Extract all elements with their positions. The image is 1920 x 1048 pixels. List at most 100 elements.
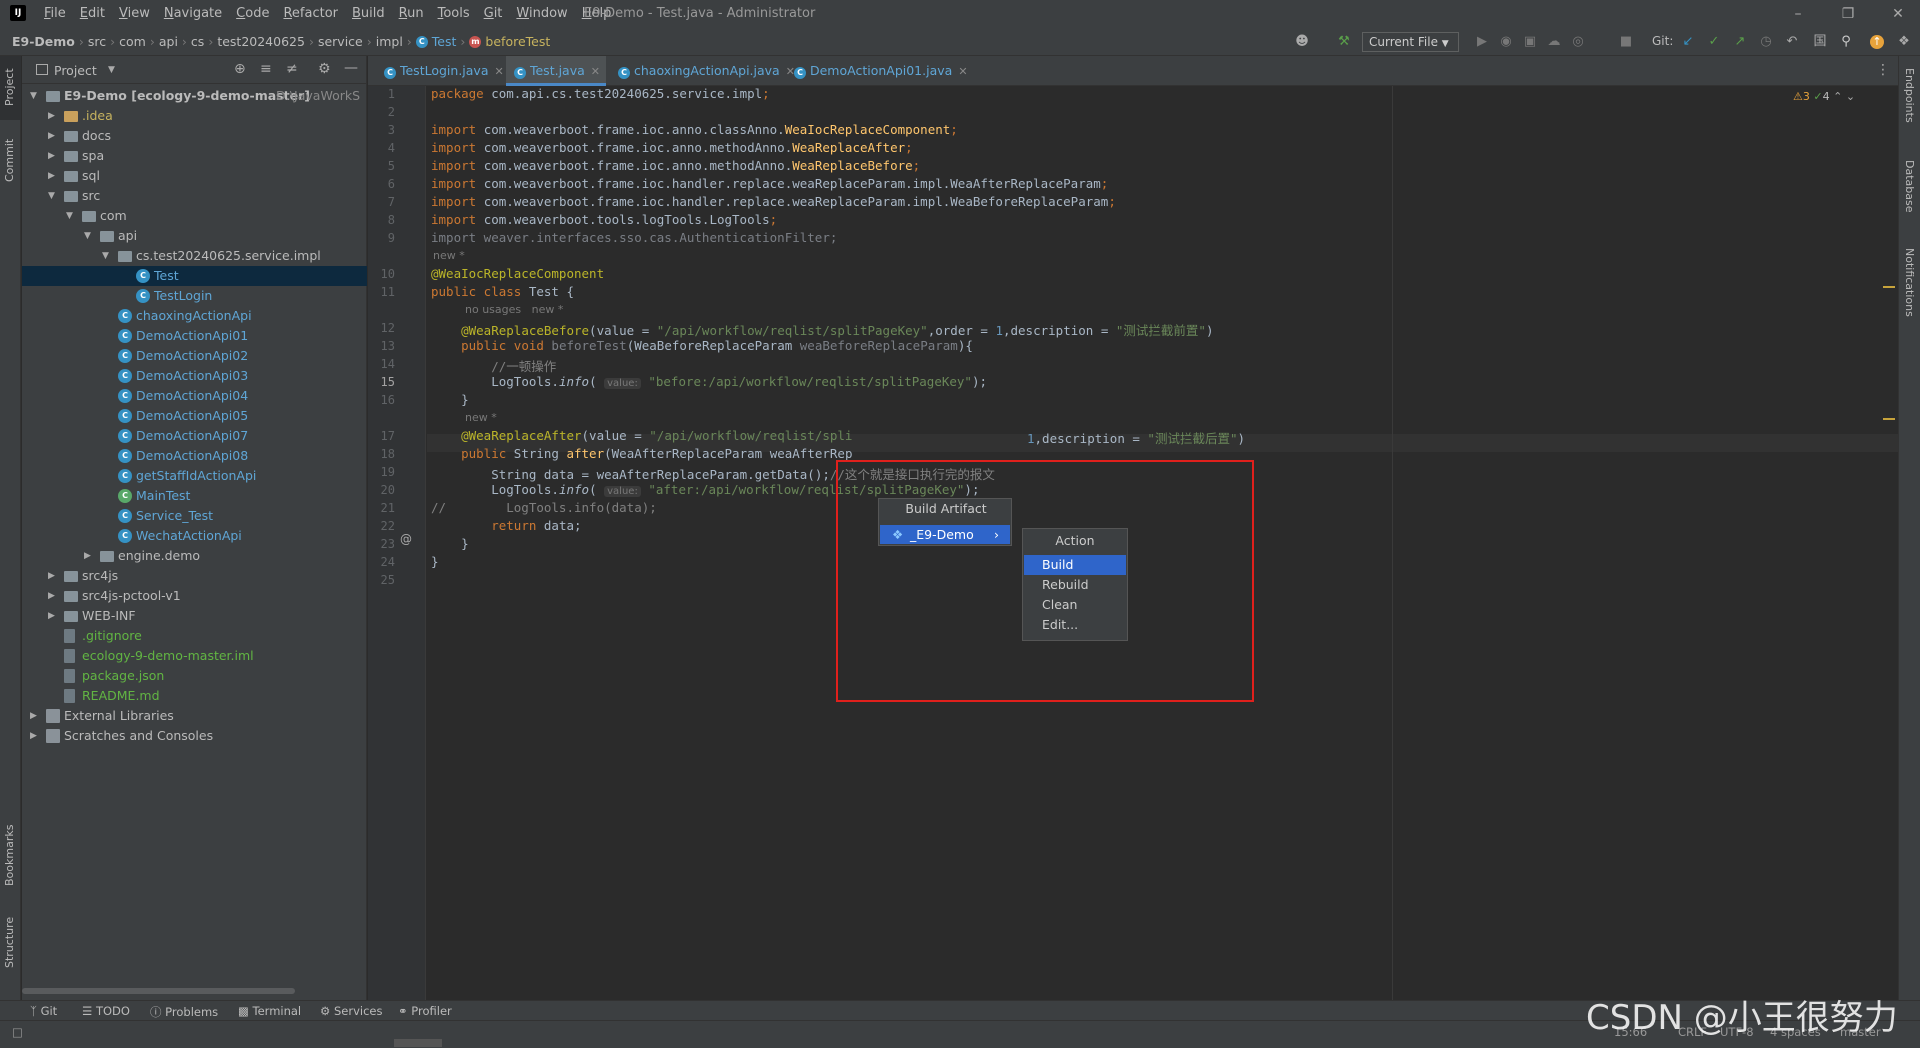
- ide-logo-icon[interactable]: ❖: [1896, 34, 1912, 50]
- chevron-down-icon[interactable]: ▼: [108, 65, 115, 75]
- menu-navigate[interactable]: Navigate: [164, 6, 222, 21]
- settings-gear-icon[interactable]: ⚙: [318, 61, 331, 77]
- tree-item[interactable]: .gitignore: [22, 626, 367, 646]
- tree-item[interactable]: ▶ External Libraries: [22, 706, 367, 726]
- line-number[interactable]: 1: [365, 87, 395, 101]
- translate-icon[interactable]: 国: [1812, 34, 1828, 50]
- menu-view[interactable]: View: [119, 6, 150, 21]
- user-icon[interactable]: ☻: [1294, 34, 1310, 50]
- line-number[interactable]: 4: [365, 141, 395, 155]
- tab-testlogin[interactable]: C TestLogin.java ✕: [376, 56, 504, 86]
- tree-item[interactable]: C WechatActionApi: [22, 526, 367, 546]
- breadcrumb-api[interactable]: api: [159, 34, 178, 49]
- line-number[interactable]: 12: [365, 321, 395, 335]
- tree-item[interactable]: ▼ api: [22, 226, 367, 246]
- line-number[interactable]: 8: [365, 213, 395, 227]
- close-tab-icon[interactable]: ✕: [958, 65, 967, 78]
- tree-horizontal-scrollbar[interactable]: [22, 988, 295, 994]
- line-number[interactable]: 10: [365, 267, 395, 281]
- menu-git[interactable]: Git: [484, 6, 503, 21]
- line-number[interactable]: 14: [365, 357, 395, 371]
- tree-item[interactable]: C Service_Test: [22, 506, 367, 526]
- problems-tool-button[interactable]: ⓘ Problems: [150, 1004, 218, 1020]
- status-layout-icon[interactable]: □: [12, 1025, 23, 1039]
- line-number[interactable]: 22: [365, 519, 395, 533]
- tree-item[interactable]: README.md: [22, 686, 367, 706]
- menu-tools[interactable]: Tools: [438, 6, 470, 21]
- git-push-icon[interactable]: ↗: [1732, 34, 1748, 50]
- database-tool-tab[interactable]: Database: [1903, 160, 1916, 213]
- endpoints-tool-tab[interactable]: Endpoints: [1903, 68, 1916, 123]
- line-number[interactable]: 21: [365, 501, 395, 515]
- tree-item[interactable]: C MainTest: [22, 486, 367, 506]
- collapse-all-icon[interactable]: ≠: [286, 61, 298, 77]
- breadcrumb-class[interactable]: Test: [432, 34, 457, 49]
- tree-item[interactable]: ▼ E9-Demo [ecology-9-demo-master] D:\JavaW…: [22, 86, 367, 106]
- breadcrumb-src[interactable]: src: [88, 34, 106, 49]
- tree-item[interactable]: ▶ Scratches and Consoles: [22, 726, 367, 746]
- line-number[interactable]: 24: [365, 555, 395, 569]
- restore-icon[interactable]: ❐: [1838, 4, 1858, 24]
- stop-icon[interactable]: ■: [1618, 34, 1634, 50]
- todo-tool-button[interactable]: ☰ TODO: [82, 1004, 130, 1018]
- breadcrumb-project[interactable]: E9-Demo: [12, 34, 75, 49]
- menu-edit[interactable]: Edit: [80, 6, 105, 21]
- services-tool-button[interactable]: ⚙ Services: [320, 1004, 382, 1018]
- inspection-widget[interactable]: ⚠3 ✓4 ⌃ ⌄: [1793, 90, 1855, 103]
- tree-item[interactable]: package.json: [22, 666, 367, 686]
- breadcrumb-method[interactable]: beforeTest: [485, 34, 550, 49]
- tree-item[interactable]: C DemoActionApi01: [22, 326, 367, 346]
- menu-file[interactable]: File: [44, 6, 66, 21]
- override-marker-icon[interactable]: @: [400, 532, 412, 546]
- edit-action-item[interactable]: Edit...: [1024, 615, 1126, 635]
- tree-item[interactable]: ▼ src: [22, 186, 367, 206]
- line-number[interactable]: 5: [365, 159, 395, 173]
- chevron-right-icon[interactable]: ▶: [30, 726, 40, 746]
- close-tab-icon[interactable]: ✕: [591, 65, 600, 78]
- tree-item[interactable]: ▶ sql: [22, 166, 367, 186]
- chevron-right-icon[interactable]: ▶: [48, 606, 58, 626]
- breadcrumb-cs[interactable]: cs: [191, 34, 204, 49]
- chevron-down-icon[interactable]: ▼: [66, 206, 76, 226]
- usage-hint[interactable]: no usages new *: [465, 303, 563, 316]
- hammer-build-icon[interactable]: ⚒: [1336, 34, 1352, 50]
- minimize-icon[interactable]: –: [1788, 4, 1808, 24]
- tree-item[interactable]: CchaoxingActionApi: [22, 306, 367, 326]
- chevron-right-icon[interactable]: ▶: [48, 146, 58, 166]
- tree-item[interactable]: C TestLogin: [22, 286, 367, 306]
- project-tool-tab[interactable]: Project: [3, 68, 16, 106]
- menu-build[interactable]: Build: [352, 6, 385, 21]
- tree-item[interactable]: ▶ src4js: [22, 566, 367, 586]
- close-icon[interactable]: ✕: [1888, 4, 1908, 24]
- breadcrumb-impl[interactable]: impl: [376, 34, 403, 49]
- line-number[interactable]: 17: [365, 429, 395, 443]
- chevron-right-icon[interactable]: ▶: [48, 586, 58, 606]
- more-run-icon[interactable]: ◎: [1570, 34, 1586, 50]
- error-stripe-mark[interactable]: [1883, 418, 1895, 420]
- git-update-icon[interactable]: ↙: [1680, 34, 1696, 50]
- update-icon[interactable]: ↑: [1870, 35, 1884, 49]
- breadcrumb-test20240625[interactable]: test20240625: [217, 34, 305, 49]
- structure-tool-tab[interactable]: Structure: [3, 917, 16, 968]
- debug-icon[interactable]: ◉: [1498, 34, 1514, 50]
- build-action-item[interactable]: Build: [1024, 555, 1126, 575]
- line-number[interactable]: 16: [365, 393, 395, 407]
- tab-test[interactable]: C Test.java ✕: [506, 56, 606, 86]
- profile-icon[interactable]: ☁: [1546, 34, 1562, 50]
- line-number[interactable]: 23: [365, 537, 395, 551]
- coverage-icon[interactable]: ▣: [1522, 34, 1538, 50]
- line-number[interactable]: 15: [365, 375, 395, 389]
- line-number[interactable]: 3: [365, 123, 395, 137]
- chevron-right-icon[interactable]: ▶: [48, 126, 58, 146]
- chevron-right-icon[interactable]: ▶: [30, 706, 40, 726]
- tree-item[interactable]: C DemoActionApi07: [22, 426, 367, 446]
- line-number[interactable]: 13: [365, 339, 395, 353]
- tree-item[interactable]: ▶ WEB-INF: [22, 606, 367, 626]
- line-number[interactable]: 11: [365, 285, 395, 299]
- rebuild-action-item[interactable]: Rebuild: [1024, 575, 1126, 595]
- menu-code[interactable]: Code: [236, 6, 269, 21]
- chevron-right-icon[interactable]: ▶: [84, 546, 94, 566]
- locate-icon[interactable]: ⊕: [234, 61, 246, 77]
- usage-hint[interactable]: new *: [465, 411, 497, 424]
- menu-run[interactable]: Run: [399, 6, 424, 21]
